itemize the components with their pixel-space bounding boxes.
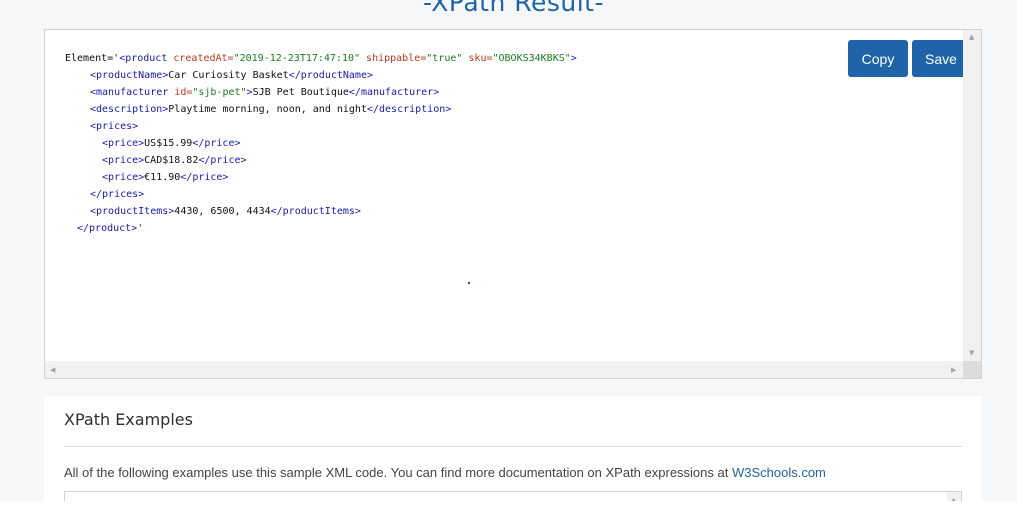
- xml-value: "OBOKS34KBKS": [492, 53, 571, 64]
- xml-tag: <productName>: [90, 70, 169, 81]
- xml-tag: <productItems>: [90, 206, 175, 217]
- xml-text: €11.90: [144, 172, 181, 183]
- code-line: <productName>Car Curiosity Basket</produ…: [65, 67, 963, 84]
- xml-tag: <price>: [102, 155, 145, 166]
- xpath-result-panel: Element='<product createdAt="2019-12-23T…: [44, 29, 982, 379]
- xml-text: CAD$18.82: [144, 155, 199, 166]
- xml-tag: </price>: [198, 155, 247, 166]
- w3schools-link[interactable]: W3Schools.com: [732, 465, 826, 480]
- xpath-examples-card: XPath Examples All of the following exam…: [44, 396, 982, 507]
- xml-attr: sku=: [462, 53, 493, 64]
- scroll-left-icon[interactable]: ◀: [50, 366, 55, 374]
- xml-tag: </product>: [77, 223, 138, 234]
- element-suffix: ': [137, 223, 144, 234]
- xml-tag: >: [570, 53, 577, 64]
- xml-tag: </manufacturer>: [348, 87, 440, 98]
- save-button[interactable]: Save: [912, 40, 970, 77]
- vertical-scrollbar[interactable]: ▲ ▼: [963, 30, 981, 362]
- xml-attr: shippable=: [360, 53, 427, 64]
- code-line: Element='<product createdAt="2019-12-23T…: [65, 50, 963, 67]
- xml-tag: <manufacturer: [90, 87, 175, 98]
- xml-tag: <price>: [102, 138, 145, 149]
- cursor-dot: [468, 282, 470, 284]
- xml-text: 4430, 6500, 4434: [174, 206, 271, 217]
- scroll-right-icon[interactable]: ▶: [951, 366, 956, 374]
- code-line: </prices>: [65, 186, 963, 203]
- code-line: <manufacturer id="sjb-pet">SJB Pet Bouti…: [65, 84, 963, 101]
- xml-tag: </productName>: [288, 70, 373, 81]
- code-line: <price>US$15.99</price>: [65, 135, 963, 152]
- xml-text: SJB Pet Boutique: [252, 87, 349, 98]
- xml-text: Car Curiosity Basket: [168, 70, 289, 81]
- code-line: </product>': [65, 220, 963, 237]
- code-line: <productItems>4430, 6500, 4434</productI…: [65, 203, 963, 220]
- horizontal-scrollbar[interactable]: ◀ ▶: [45, 361, 963, 378]
- divider: [64, 446, 962, 447]
- copy-button[interactable]: Copy: [848, 40, 908, 77]
- code-line: <description>Playtime morning, noon, and…: [65, 101, 963, 118]
- element-prefix: Element=': [65, 53, 120, 64]
- xml-tag: <product: [119, 53, 174, 64]
- xml-tag: </prices>: [90, 189, 145, 200]
- page-title: -XPath Result-: [422, 0, 605, 17]
- xml-text: US$15.99: [144, 138, 193, 149]
- result-code-area[interactable]: Element='<product createdAt="2019-12-23T…: [45, 30, 963, 360]
- xml-value: "sjb-pet": [192, 87, 247, 98]
- xml-tag: </productItems>: [270, 206, 361, 217]
- code-line: <prices>: [65, 118, 963, 135]
- xml-value: "true": [426, 53, 463, 64]
- resize-corner[interactable]: [963, 361, 981, 378]
- examples-description-text: All of the following examples use this s…: [64, 465, 732, 480]
- examples-heading: XPath Examples: [64, 410, 193, 429]
- page-bottom-strip: [0, 501, 1017, 507]
- xml-tag: </price>: [180, 172, 229, 183]
- xml-tag: <price>: [102, 172, 145, 183]
- code-line: <price>CAD$18.82</price>: [65, 152, 963, 169]
- examples-description: All of the following examples use this s…: [64, 465, 826, 480]
- xml-tag: </description>: [366, 104, 452, 115]
- xml-tag: <prices>: [90, 121, 139, 132]
- xml-tag: <description>: [90, 104, 169, 115]
- scroll-down-icon[interactable]: ▼: [969, 349, 974, 357]
- xml-tag: </price>: [192, 138, 241, 149]
- xml-value: "2019-12-23T17:47:10": [233, 53, 361, 64]
- xml-attr: createdAt=: [173, 53, 234, 64]
- xml-attr: id=: [174, 87, 193, 98]
- scroll-up-icon[interactable]: ▲: [969, 33, 974, 41]
- code-line: <price>€11.90</price>: [65, 169, 963, 186]
- xml-text: Playtime morning, noon, and night: [168, 104, 367, 115]
